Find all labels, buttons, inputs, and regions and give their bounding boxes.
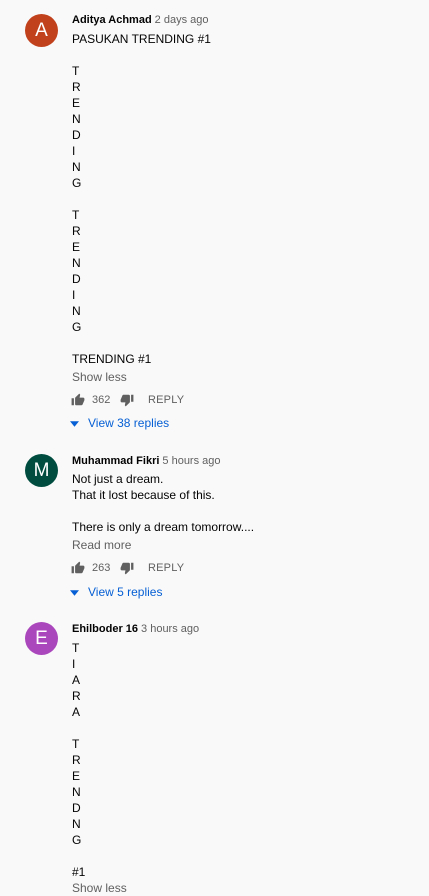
read-more-link[interactable]: Read more (72, 537, 131, 553)
comment-text: T I A R A T R E N D N G #1 (72, 641, 86, 879)
comment-action-bar: 362 REPLY (71, 392, 184, 408)
thumbs-down-icon[interactable] (120, 561, 134, 575)
reply-button[interactable]: REPLY (148, 562, 184, 574)
show-less-link[interactable]: Show less (72, 369, 127, 385)
comment-header: Muhammad Fikri 5 hours ago (72, 454, 221, 468)
view-replies-label: View 38 replies (88, 416, 170, 430)
comment-timestamp[interactable]: 5 hours ago (162, 455, 220, 467)
avatar[interactable]: A (25, 14, 58, 47)
comment-author[interactable]: Ehilboder 16 (72, 623, 138, 635)
comment-timestamp[interactable]: 2 days ago (155, 14, 209, 26)
comment-timestamp[interactable]: 3 hours ago (141, 623, 199, 635)
like-count: 263 (92, 562, 111, 574)
view-replies-button[interactable]: View 38 replies (70, 415, 169, 431)
like-count: 362 (92, 394, 111, 406)
comment-text: PASUKAN TRENDING #1 T R E N D I N G T R … (72, 32, 211, 366)
reply-button[interactable]: REPLY (148, 394, 184, 406)
comment-header: Ehilboder 16 3 hours ago (72, 622, 199, 636)
comment-text: Not just a dream. That it lost because o… (72, 472, 255, 534)
thumbs-down-icon[interactable] (120, 393, 134, 407)
comment-author[interactable]: Muhammad Fikri (72, 455, 159, 467)
comment-author[interactable]: Aditya Achmad (72, 14, 152, 26)
comment-header: Aditya Achmad 2 days ago (72, 13, 209, 27)
comment-action-bar: 263 REPLY (71, 560, 184, 576)
view-replies-button[interactable]: View 5 replies (70, 584, 162, 600)
view-replies-label: View 5 replies (88, 585, 163, 599)
avatar[interactable]: E (25, 622, 58, 655)
caret-down-icon (70, 585, 88, 599)
avatar[interactable]: M (25, 454, 58, 487)
thumbs-up-icon[interactable] (71, 561, 85, 575)
caret-down-icon (70, 416, 88, 430)
thumbs-up-icon[interactable] (71, 393, 85, 407)
show-less-link[interactable]: Show less (72, 880, 127, 896)
